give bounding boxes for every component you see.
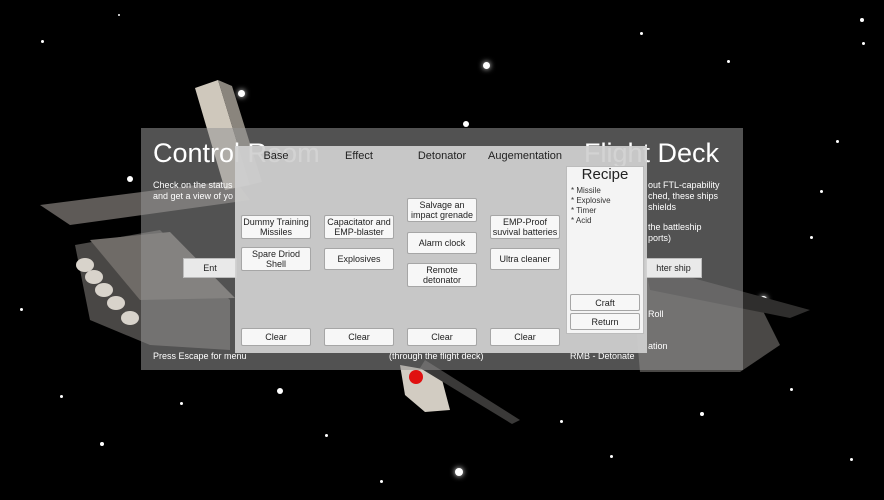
detonator-item-salvage-impact-grenade[interactable]: Salvage an impact grenade [407,198,477,222]
control-room-description-1: Check on the status [153,180,233,190]
engine-nozzle [107,296,125,310]
flight-deck-description-3: shields [648,202,677,212]
rotation-hint: ation [648,341,668,351]
detonator-clear-button[interactable]: Clear [407,328,477,346]
recipe-item-explosive: * Explosive [571,196,611,205]
engine-nozzle [95,283,113,297]
base-clear-button[interactable]: Clear [241,328,311,346]
base-column-header: Base [263,150,289,162]
detonator-item-remote-detonator[interactable]: Remote detonator [407,263,477,287]
enter-control-room-button[interactable]: Ent [183,258,237,278]
escape-hint: Press Escape for menu [153,351,247,361]
flight-deck-description-5: ports) [648,233,672,243]
flight-deck-description-2: ched, these ships [648,191,719,201]
recipe-title: Recipe [581,166,629,183]
return-button[interactable]: Return [570,313,640,330]
control-room-description-2: and get a view of yo [153,191,234,201]
engine-nozzle [85,270,103,284]
flight-deck-description-1: out FTL-capability [648,180,720,190]
enter-fighter-ship-button[interactable]: hter ship [645,258,702,278]
recipe-item-timer: * Timer [571,206,597,215]
craft-button[interactable]: Craft [570,294,640,311]
augementation-clear-button[interactable]: Clear [490,328,560,346]
effect-item-explosives[interactable]: Explosives [324,248,394,270]
augementation-column-header: Augementation [488,150,562,162]
engine-nozzle [121,311,139,325]
recipe-item-missile: * Missile [571,186,601,195]
base-item-dummy-training-missiles[interactable]: Dummy Training Missiles [241,215,311,239]
effect-clear-button[interactable]: Clear [324,328,394,346]
detonator-item-alarm-clock[interactable]: Alarm clock [407,232,477,254]
augementation-item-emp-proof-batteries[interactable]: EMP-Proof suvival batteries [490,215,560,239]
augementation-item-ultra-cleaner[interactable]: Ultra cleaner [490,248,560,270]
engine-nozzle [76,258,94,272]
flight-deck-description-4: the battleship [648,222,702,232]
effect-item-capacitator-emp-blaster[interactable]: Capacitator and EMP-blaster [324,215,394,239]
recipe-item-acid: * Acid [571,216,592,225]
effect-column-header: Effect [345,150,373,162]
base-item-spare-driod-shell[interactable]: Spare Driod Shell [241,247,311,271]
roll-hint: Roll [648,309,664,319]
detonator-column-header: Detonator [417,150,467,162]
